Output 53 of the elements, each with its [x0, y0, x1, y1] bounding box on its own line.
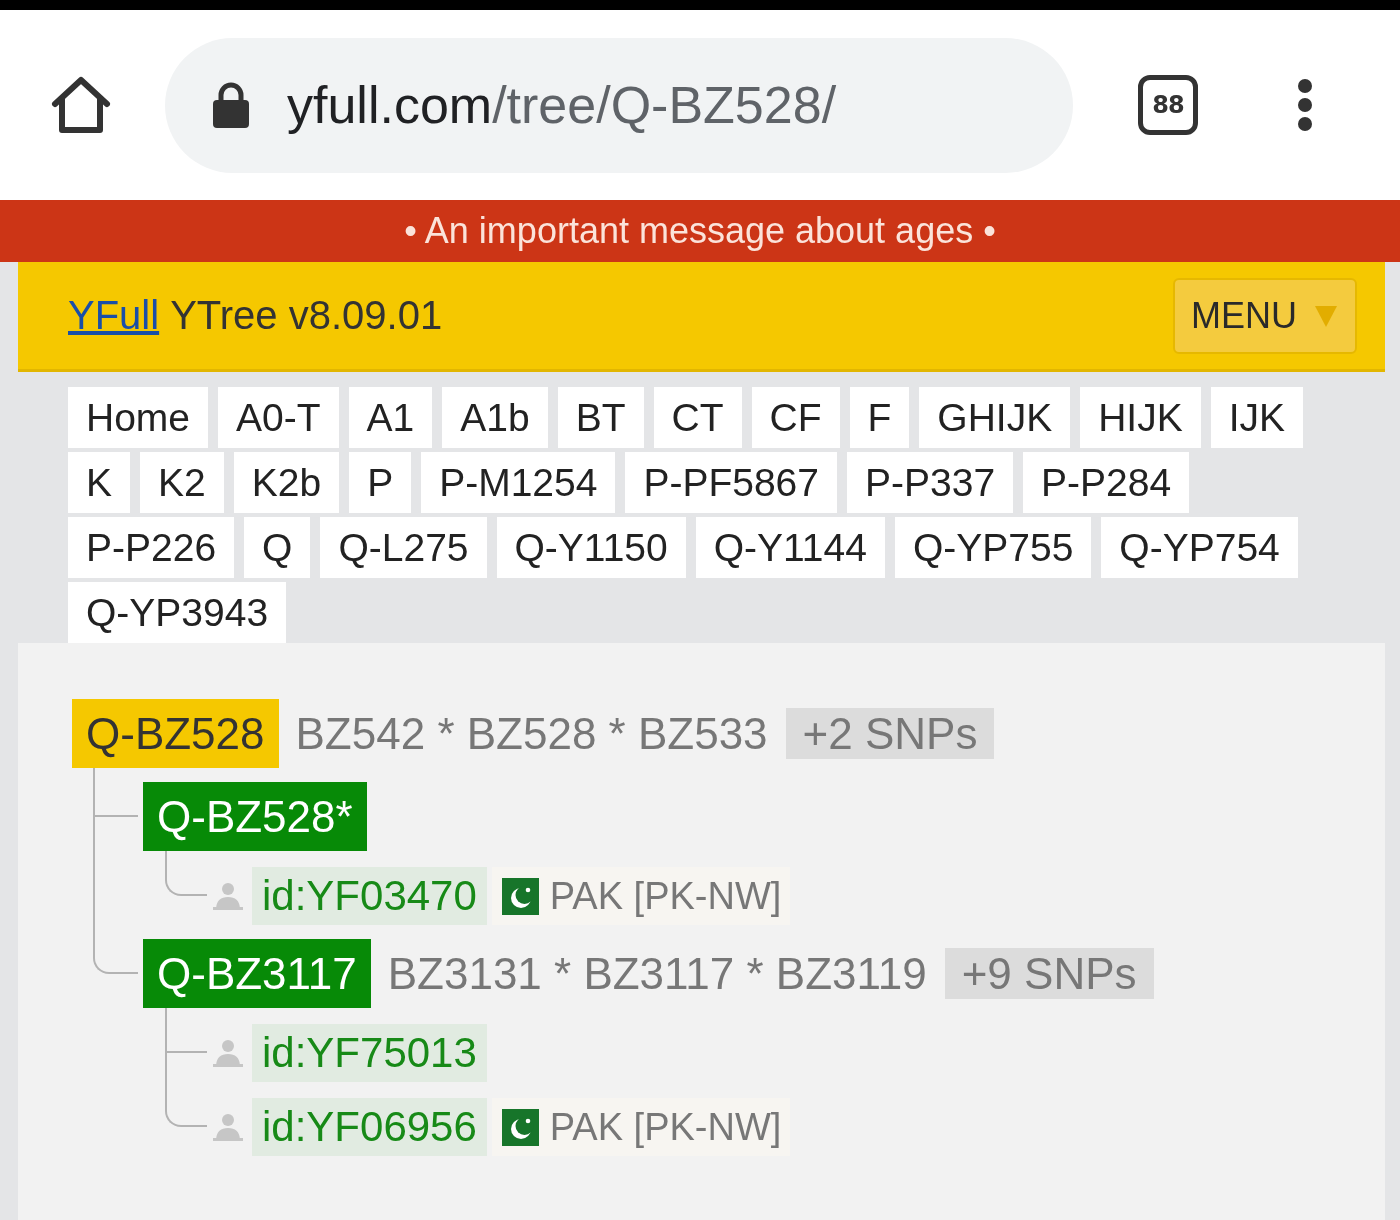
nav-link[interactable]: GHIJK — [919, 387, 1071, 448]
haplogroup-node[interactable]: Q-BZ3117 — [143, 939, 371, 1008]
nav-link[interactable]: K2b — [233, 452, 340, 513]
nav-link[interactable]: P-P337 — [847, 452, 1014, 513]
nav-link[interactable]: P-P284 — [1023, 452, 1190, 513]
brand-link[interactable]: YFull — [68, 293, 160, 338]
sample-id-link[interactable]: id:YF75013 — [252, 1024, 487, 1082]
nav-link[interactable]: A1b — [442, 387, 548, 448]
menu-button[interactable]: MENU — [1173, 277, 1357, 354]
announcement-banner[interactable]: • An important message about ages • — [0, 200, 1400, 262]
nav-link[interactable]: Q-Y1150 — [496, 517, 686, 578]
nav-link[interactable]: F — [849, 387, 910, 448]
country-name: PAK [PK-NW] — [549, 874, 782, 918]
nav-link[interactable]: P-P226 — [68, 517, 235, 578]
address-bar[interactable]: yfull.com/tree/Q-BZ528/ — [165, 37, 1073, 173]
nav-link[interactable]: K — [68, 452, 130, 513]
more-options-icon[interactable] — [1297, 78, 1313, 132]
nav-link[interactable]: CF — [751, 387, 840, 448]
nav-link[interactable]: Q-L275 — [320, 517, 487, 578]
nav-link[interactable]: BT — [557, 387, 644, 448]
sample-id-link[interactable]: id:YF06956 — [252, 1098, 487, 1156]
nav-link[interactable]: IJK — [1210, 387, 1304, 448]
nav-link[interactable]: Q-Y1144 — [695, 517, 885, 578]
nav-link[interactable]: P-M1254 — [421, 452, 616, 513]
nav-link[interactable]: K2 — [140, 452, 224, 513]
connector-line — [165, 851, 207, 896]
country-name: PAK [PK-NW] — [549, 1105, 782, 1149]
haplogroup-node[interactable]: Q-BZ528 — [72, 699, 279, 768]
nav-link[interactable]: A0-T — [218, 387, 339, 448]
haplogroup-node[interactable]: Q-BZ528* — [143, 782, 367, 851]
nav-link[interactable]: Q-YP3943 — [68, 582, 287, 643]
nav-link[interactable]: A1 — [348, 387, 433, 448]
lock-icon — [212, 82, 250, 128]
home-icon[interactable] — [50, 74, 112, 136]
site-title: YTree v8.09.01 — [170, 293, 443, 338]
person-icon — [213, 1113, 243, 1141]
nav-link[interactable]: CT — [653, 387, 742, 448]
person-icon — [213, 1039, 243, 1067]
nav-link[interactable]: P — [349, 452, 412, 513]
person-icon — [213, 882, 243, 910]
nav-link[interactable]: P-PF5867 — [625, 452, 837, 513]
flag-icon — [501, 1108, 539, 1146]
snp-list: BZ3131 * BZ3117 * BZ3119 — [387, 948, 927, 999]
nav-link[interactable]: Q-YP755 — [894, 517, 1092, 578]
nav-link[interactable]: Home — [68, 387, 209, 448]
nav-link[interactable]: Q-YP754 — [1101, 517, 1298, 578]
flag-icon — [501, 877, 539, 915]
nav-link[interactable]: HIJK — [1080, 387, 1201, 448]
snp-list: BZ542 * BZ528 * BZ533 — [295, 708, 768, 759]
sample-id-link[interactable]: id:YF03470 — [252, 867, 487, 925]
nav-link[interactable]: Q — [244, 517, 311, 578]
caret-icon — [1315, 304, 1337, 327]
tab-switcher-button[interactable]: 88 — [1138, 75, 1198, 135]
